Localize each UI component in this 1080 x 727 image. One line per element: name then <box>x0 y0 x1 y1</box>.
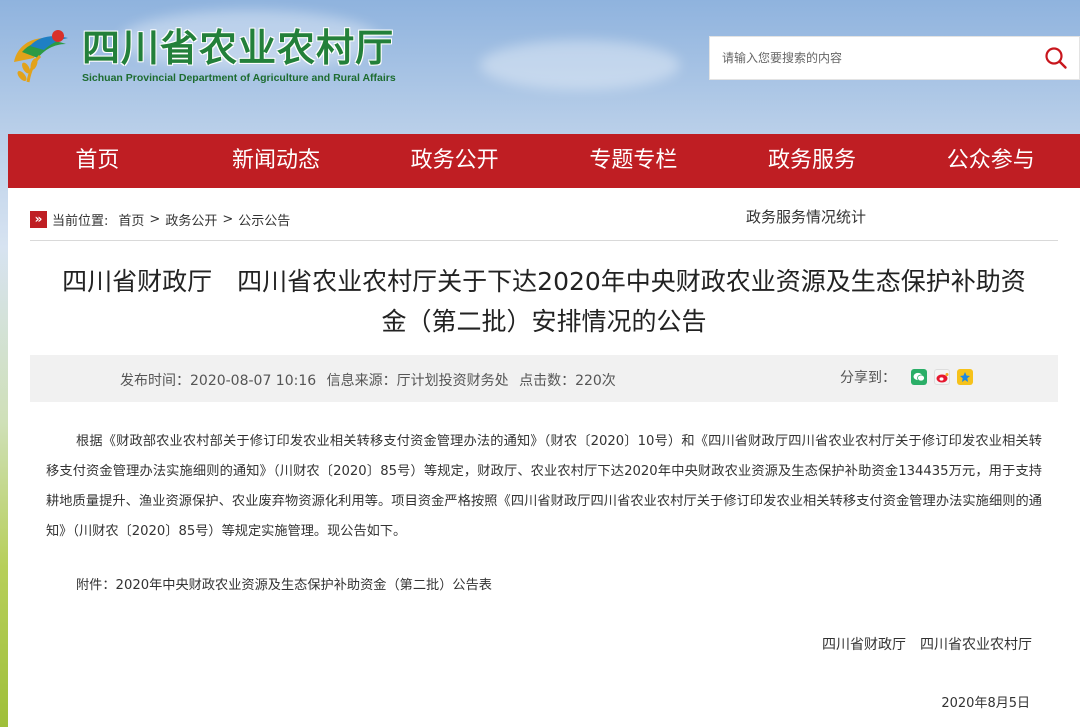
click-count: 点击数：220次 <box>519 373 616 389</box>
breadcrumb-government-affairs[interactable]: 政务公开 <box>165 210 217 229</box>
article-meta: 发布时间：2020-08-07 10:16 信息来源：厅计划投资财务处 点击数：… <box>120 370 622 390</box>
grain-bird-logo-icon[interactable] <box>8 22 74 88</box>
article-signature: 四川省财政厅 四川省农业农村厅 <box>822 637 1032 653</box>
breadcrumb-announcements[interactable]: 公示公告 <box>238 210 290 229</box>
search-input[interactable] <box>710 37 1030 79</box>
site-name-cn: 四川省农业农村厅 <box>82 26 395 70</box>
nav-item-home[interactable]: 首页 <box>8 134 187 188</box>
share-bar: 分享到： <box>840 367 973 387</box>
main-nav: 首页 新闻动态 政务公开 专题专栏 政务服务 公众参与 <box>8 134 1080 188</box>
search-button[interactable] <box>1032 37 1080 79</box>
info-source: 信息来源：厅计划投资财务处 <box>326 373 509 389</box>
breadcrumb-separator: > <box>149 211 161 227</box>
nav-item-services[interactable]: 政务服务 <box>723 134 902 188</box>
site-name-en: Sichuan Provincial Department of Agricul… <box>82 72 396 84</box>
article-date: 2020年8月5日 <box>941 696 1030 711</box>
search-icon <box>1045 47 1067 69</box>
nav-item-public-participation[interactable]: 公众参与 <box>901 134 1080 188</box>
publish-time: 发布时间：2020-08-07 10:16 <box>120 373 317 389</box>
service-statistics-link[interactable]: 政务服务情况统计 <box>746 206 866 227</box>
double-chevron-icon: » <box>30 210 47 228</box>
search-box <box>709 36 1080 80</box>
share-label: 分享到： <box>840 370 896 386</box>
qzone-icon[interactable] <box>957 369 973 385</box>
breadcrumb-separator: > <box>222 211 234 227</box>
site-logo-text[interactable]: 四川省农业农村厅 Sichuan Provincial Department o… <box>82 26 396 84</box>
weibo-icon[interactable] <box>934 369 950 385</box>
nav-item-special-topics[interactable]: 专题专栏 <box>544 134 723 188</box>
article-title-line2: 金（第二批）安排情况的公告 <box>381 307 707 336</box>
divider <box>30 240 1058 241</box>
breadcrumb: » 当前位置: 首页 > 政务公开 > 公示公告 <box>30 208 290 230</box>
attachment-link[interactable]: 附件：2020年中央财政农业资源及生态保护补助资金（第二批）公告表 <box>76 574 492 593</box>
breadcrumb-label: 当前位置: <box>52 213 109 229</box>
nav-item-news[interactable]: 新闻动态 <box>187 134 366 188</box>
breadcrumb-home[interactable]: 首页 <box>118 210 144 229</box>
content-panel: » 当前位置: 首页 > 政务公开 > 公示公告 政务服务情况统计 四川省财政厅… <box>8 188 1080 727</box>
article-body: 根据《财政部农业农村部关于修订印发农业相关转移支付资金管理办法的通知》（财农〔2… <box>46 434 1042 539</box>
article-title: 四川省财政厅 四川省农业农村厅关于下达2020年中央财政农业资源及生态保护补助资… <box>30 262 1058 342</box>
nav-item-government-affairs[interactable]: 政务公开 <box>365 134 544 188</box>
article-meta-bar: 发布时间：2020-08-07 10:16 信息来源：厅计划投资财务处 点击数：… <box>30 355 1058 402</box>
wechat-icon[interactable] <box>911 369 927 385</box>
article-title-line1: 四川省财政厅 四川省农业农村厅关于下达2020年中央财政农业资源及生态保护补助资 <box>62 267 1026 296</box>
site-header: 四川省农业农村厅 Sichuan Provincial Department o… <box>0 0 1080 134</box>
